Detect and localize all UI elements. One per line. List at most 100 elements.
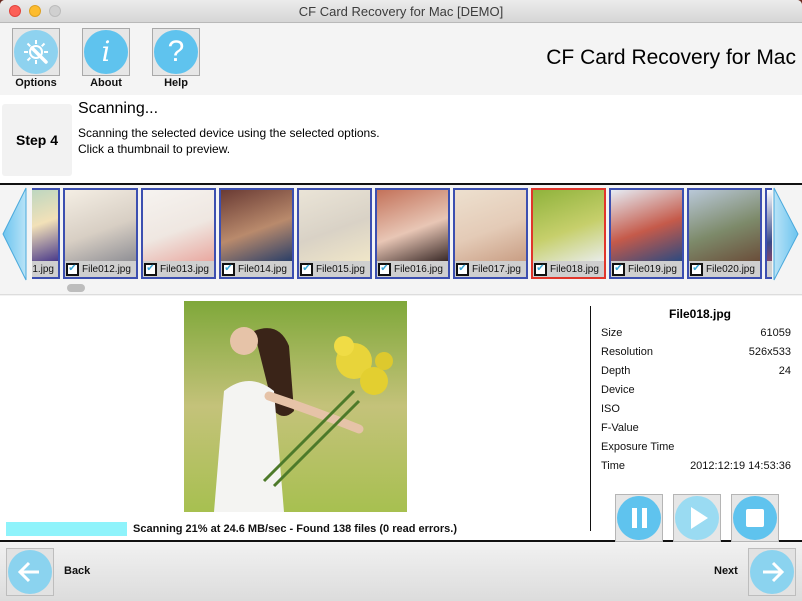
thumbnail-caption: ✔ File017.jpg [455,261,526,277]
thumbnail-item[interactable]: ✔ File019.jpg [609,188,684,279]
thumbnail-item[interactable]: ✔ File013.jpg [141,188,216,279]
back-button[interactable] [6,548,54,596]
thumbnail-checkbox[interactable]: ✔ [66,262,79,276]
thumbnail-filename: 1.jpg [32,263,54,275]
info-row: F-Value [591,419,799,438]
thumbnail-caption: ✔ File016.jpg [377,261,448,277]
thumbnail-image [455,190,526,261]
thumbnail-image [299,190,370,261]
question-icon: ? [154,30,198,74]
thumbnail-checkbox[interactable]: ✔ [534,262,547,276]
scroll-left-button[interactable] [2,186,32,282]
options-button[interactable]: Options [12,28,60,89]
play-icon [675,496,719,540]
thumbnail-caption: 1.jpg [32,261,58,277]
content-area: Scanning 21% at 24.6 MB/sec - Found 138 … [0,296,802,542]
checkmark-icon: ✔ [458,263,467,274]
checkmark-icon: ✔ [614,263,623,274]
play-button[interactable] [673,494,721,542]
thumbnail-checkbox[interactable]: ✔ [612,262,625,276]
info-value: 61059 [760,327,791,339]
info-key: Time [601,460,626,472]
about-button[interactable]: i About [82,28,130,89]
back-label[interactable]: Back [64,565,90,577]
info-value: 2012:12:19 14:53:36 [690,460,791,472]
thumbnail-item[interactable]: ✔ File015.jpg [297,188,372,279]
thumbnail-image [143,190,214,261]
thumbnail-checkbox[interactable]: ✔ [144,262,157,276]
info-value: 24 [778,365,791,377]
thumbnail-item[interactable]: ✔ File016.jpg [375,188,450,279]
thumbnail-image [32,190,58,261]
step-indicator: Step 4 [2,104,72,176]
options-label: Options [15,77,57,89]
thumbnail-strip: 1.jpg ✔ File012.jpg ✔ File013.jpg ✔ File014.jp… [0,186,802,295]
info-key: Device [601,384,635,396]
thumbnail-item[interactable]: ✔ File020.jpg [687,188,762,279]
checkmark-icon: ✔ [146,263,155,274]
thumbnail-checkbox[interactable]: ✔ [300,262,313,276]
thumbnail-checkbox[interactable]: ✔ [456,262,469,276]
info-row: Depth 24 [591,362,799,381]
thumbnail-caption: ✔ File014.jpg [221,261,292,277]
file-info-panel: File018.jpg Size 61059 Resolution 526x533 De… [590,306,799,542]
thumbnail-filename: File018.jpg [550,263,599,275]
info-key: ISO [601,403,620,415]
checkmark-icon: ✔ [380,263,389,274]
info-value: 526x533 [748,346,791,358]
stop-button[interactable] [731,494,779,542]
thumbnail-image [611,190,682,261]
thumbnail-item[interactable]: ✔ File014.jpg [219,188,294,279]
chevron-right-icon [773,187,799,281]
thumbnail-image [533,190,604,261]
step-description-line-1: Scanning the selected device using the s… [78,126,380,140]
thumbnail-filename: File020.jpg [706,263,755,275]
thumbnail-checkbox[interactable]: ✔ [378,262,391,276]
next-button[interactable] [748,548,796,596]
thumbnail-caption: ✔ File012.jpg [65,261,136,277]
info-filename: File018.jpg [668,307,732,321]
thumbnail-item[interactable]: 1.jpg [32,188,60,279]
info-rows: Size 61059 Resolution 526x533 Depth 24 Device I… [591,324,799,476]
thumbnail-caption: ✔ File020.jpg [689,261,760,277]
help-button[interactable]: ? Help [152,28,200,89]
thumbnail-item[interactable]: ✔ File012.jpg [63,188,138,279]
info-key: F-Value [601,422,639,434]
info-row: Device [591,381,799,400]
chevron-left-icon [2,187,27,281]
thumbnail-image [377,190,448,261]
thumbnail-filename: File015.jpg [316,263,365,275]
step-description-line-2: Click a thumbnail to preview. [78,142,231,156]
thumbnail-filename: File013.jpg [160,263,209,275]
horizontal-scrollbar-thumb[interactable] [67,284,85,292]
thumbnail-list: 1.jpg ✔ File012.jpg ✔ File013.jpg ✔ File014.jp… [32,188,772,280]
thumbnail-filename: File012.jpg [82,263,131,275]
thumbnail-checkbox[interactable]: ✔ [222,262,235,276]
thumbnail-image [689,190,760,261]
next-label[interactable]: Next [714,565,738,577]
brand-title: CF Card Recovery for Mac [546,46,796,69]
title-bar: CF Card Recovery for Mac [DEMO] [0,0,802,23]
thumbnail-image [65,190,136,261]
scan-status-text: Scanning 21% at 24.6 MB/sec - Found 138 … [133,523,458,535]
toolbar: Options i About ? Help CF Card Recovery … [0,24,802,95]
checkmark-icon: ✔ [224,263,233,274]
thumbnail-item[interactable]: ✔ File018.jpg [531,188,606,279]
arrow-right-icon [750,550,794,594]
info-row: ISO [591,400,799,419]
help-label: Help [164,77,188,89]
step-description: Scanning the selected device using the s… [78,125,380,157]
info-row: Size 61059 [591,324,799,343]
pause-button[interactable] [615,494,663,542]
thumbnail-checkbox[interactable]: ✔ [690,262,703,276]
thumbnail-caption: ✔ File013.jpg [143,261,214,277]
pause-icon [617,496,661,540]
step-header: Step 4 Scanning... Scanning the selected… [0,95,802,185]
thumbnail-item[interactable]: ✔ File017.jpg [453,188,528,279]
thumbnail-filename: File014.jpg [238,263,287,275]
info-key: Depth [601,365,631,377]
app-window: CF Card Recovery for Mac [DEMO] Options [0,0,802,601]
scroll-right-button[interactable] [770,186,800,282]
info-key: Exposure Time [601,441,675,453]
thumbnail-filename: File016.jpg [394,263,443,275]
